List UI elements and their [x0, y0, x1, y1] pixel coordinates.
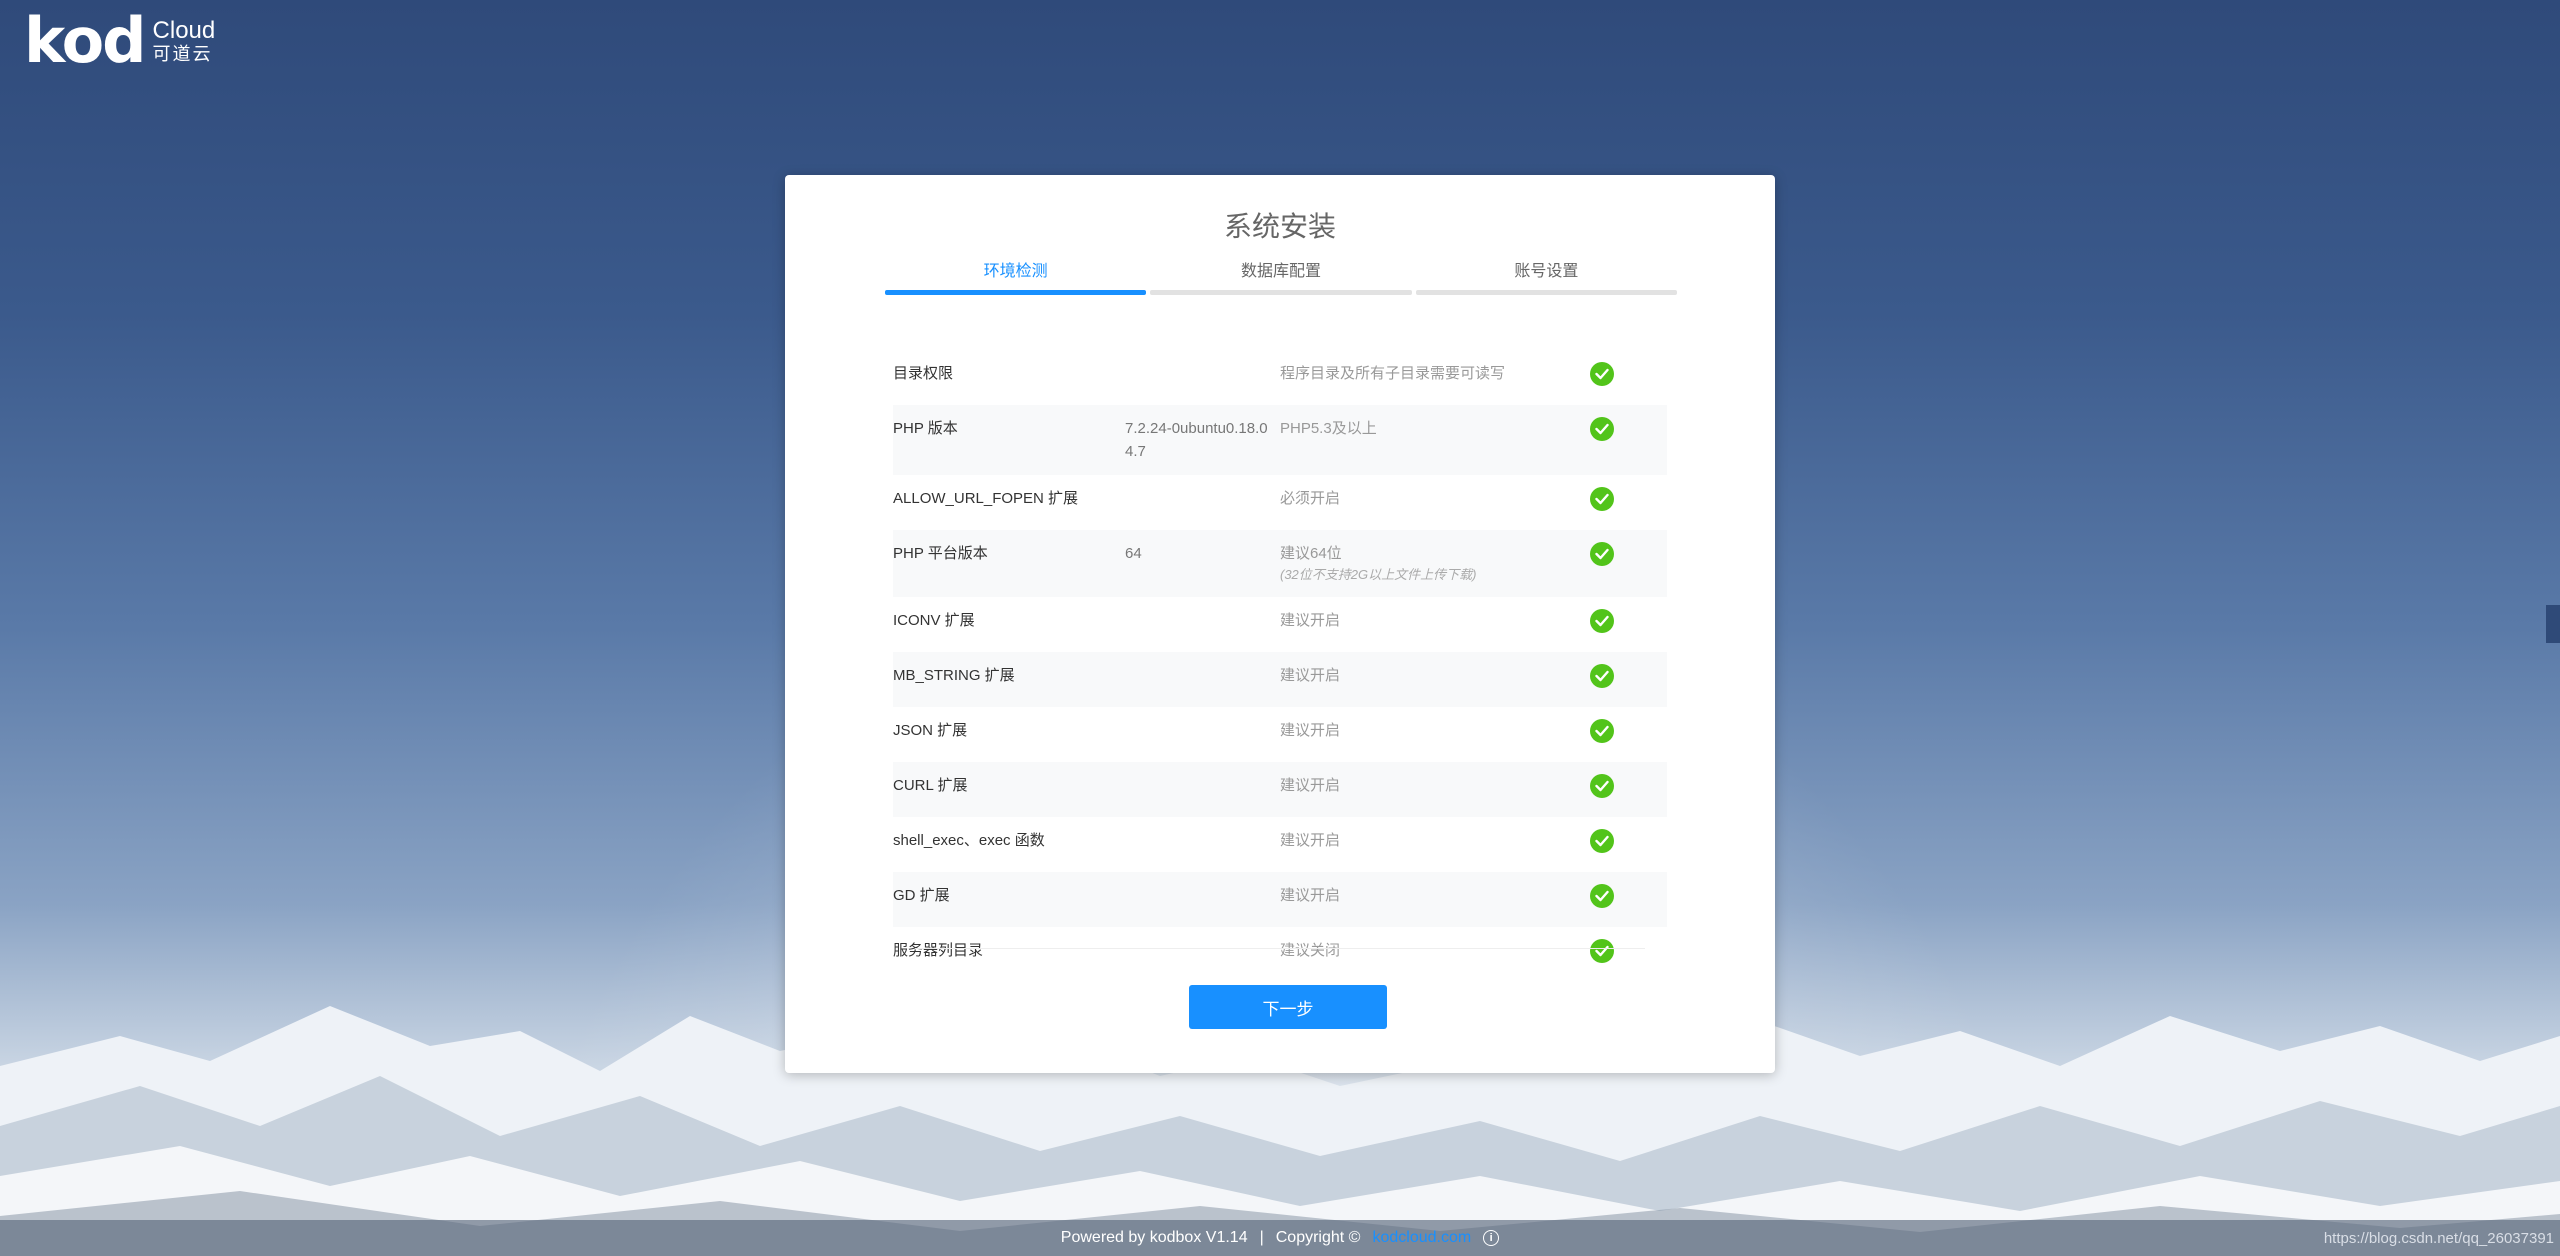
install-panel: 系统安装 环境检测 数据库配置 账号设置 目录权限 程序目录及所有子目录需要可读写…: [785, 175, 1775, 1073]
check-name: shell_exec、exec 函数: [893, 829, 1125, 860]
step-env-check[interactable]: 环境检测: [885, 262, 1146, 295]
check-ok-icon: [1590, 609, 1614, 633]
check-requirement: 建议开启: [1280, 829, 1590, 860]
footer-separator: |: [1260, 1229, 1264, 1247]
check-row: ICONV 扩展 建议开启: [893, 597, 1667, 652]
check-name: ICONV 扩展: [893, 609, 1125, 640]
requirement-text: PHP5.3及以上: [1280, 420, 1377, 437]
requirement-text: 建议开启: [1280, 832, 1340, 849]
check-requirement: 程序目录及所有子目录需要可读写: [1280, 362, 1590, 393]
check-value: [1125, 609, 1280, 640]
step-label: 数据库配置: [1150, 262, 1411, 290]
step-label: 环境检测: [885, 262, 1146, 290]
check-row: PHP 版本7.2.24-0ubuntu0.18.04.7PHP5.3及以上: [893, 405, 1667, 475]
side-scroll-tab[interactable]: [2546, 605, 2560, 643]
footer-powered: Powered by kodbox V1.14: [1061, 1229, 1248, 1247]
check-ok-icon: [1590, 417, 1614, 441]
check-requirement: 建议开启: [1280, 884, 1590, 915]
check-row: CURL 扩展 建议开启: [893, 762, 1667, 817]
footer-site-link[interactable]: kodcloud.com: [1372, 1229, 1471, 1247]
requirement-text: 建议开启: [1280, 777, 1340, 794]
check-requirement: 必须开启: [1280, 487, 1590, 518]
check-requirement: 建议关闭: [1280, 939, 1590, 970]
check-ok-icon: [1590, 487, 1614, 511]
check-row: MB_STRING 扩展 建议开启: [893, 652, 1667, 707]
check-value: [1125, 362, 1280, 393]
check-name: MB_STRING 扩展: [893, 664, 1125, 695]
check-name: CURL 扩展: [893, 774, 1125, 805]
check-row: 目录权限 程序目录及所有子目录需要可读写: [893, 350, 1667, 405]
requirement-text: 建议64位: [1280, 545, 1342, 562]
step-progress-bar: [1416, 290, 1677, 295]
check-ok-icon: [1590, 939, 1614, 963]
requirement-text: 必须开启: [1280, 490, 1340, 507]
check-ok-icon: [1590, 362, 1614, 386]
check-ok-icon: [1590, 829, 1614, 853]
page-title: 系统安装: [785, 205, 1775, 245]
requirement-text: 建议开启: [1280, 667, 1340, 684]
check-requirement: PHP5.3及以上: [1280, 417, 1590, 463]
requirement-hint: (32位不支持2G以上文件上传下载): [1280, 565, 1590, 585]
info-icon[interactable]: i: [1483, 1230, 1499, 1246]
check-value: [1125, 939, 1280, 970]
divider: [915, 948, 1645, 949]
check-value: 7.2.24-0ubuntu0.18.04.7: [1125, 417, 1280, 463]
logo-cloud-text: Cloud: [153, 18, 216, 44]
footer-copyright: Copyright ©: [1276, 1229, 1361, 1247]
check-name: JSON 扩展: [893, 719, 1125, 750]
check-value: [1125, 829, 1280, 860]
kodcloud-logo: kod Cloud 可道云: [24, 10, 215, 72]
check-value: [1125, 664, 1280, 695]
logo-mark: kod: [24, 10, 145, 72]
check-requirement: 建议开启: [1280, 774, 1590, 805]
check-requirement: 建议64位 (32位不支持2G以上文件上传下载): [1280, 542, 1590, 585]
env-checklist: 目录权限 程序目录及所有子目录需要可读写 PHP 版本7.2.24-0ubuntu0…: [893, 350, 1667, 982]
check-name: 目录权限: [893, 362, 1125, 393]
footer: Powered by kodbox V1.14 | Copyright © ko…: [0, 1220, 2560, 1256]
check-value: 64: [1125, 542, 1280, 585]
step-progress-bar: [885, 290, 1146, 295]
check-value: [1125, 719, 1280, 750]
check-requirement: 建议开启: [1280, 609, 1590, 640]
check-row: JSON 扩展 建议开启: [893, 707, 1667, 762]
check-value: [1125, 487, 1280, 518]
check-ok-icon: [1590, 664, 1614, 688]
check-row: ALLOW_URL_FOPEN 扩展 必须开启: [893, 475, 1667, 530]
check-row: shell_exec、exec 函数 建议开启: [893, 817, 1667, 872]
check-ok-icon: [1590, 542, 1614, 566]
check-requirement: 建议开启: [1280, 664, 1590, 695]
requirement-text: 建议关闭: [1280, 942, 1340, 959]
check-name: PHP 平台版本: [893, 542, 1125, 585]
check-ok-icon: [1590, 884, 1614, 908]
check-row: GD 扩展 建议开启: [893, 872, 1667, 927]
check-name: GD 扩展: [893, 884, 1125, 915]
requirement-text: 建议开启: [1280, 887, 1340, 904]
check-row: PHP 平台版本64建议64位 (32位不支持2G以上文件上传下载): [893, 530, 1667, 597]
check-value: [1125, 884, 1280, 915]
install-steps: 环境检测 数据库配置 账号设置: [885, 262, 1677, 295]
check-row: 服务器列目录 建议关闭: [893, 927, 1667, 982]
check-requirement: 建议开启: [1280, 719, 1590, 750]
step-account-setup[interactable]: 账号设置: [1416, 262, 1677, 295]
check-ok-icon: [1590, 719, 1614, 743]
check-ok-icon: [1590, 774, 1614, 798]
check-value: [1125, 774, 1280, 805]
requirement-text: 程序目录及所有子目录需要可读写: [1280, 365, 1505, 382]
watermark-url: https://blog.csdn.net/qq_26037391: [2324, 1230, 2554, 1247]
requirement-text: 建议开启: [1280, 612, 1340, 629]
check-name: ALLOW_URL_FOPEN 扩展: [893, 487, 1125, 518]
check-name: PHP 版本: [893, 417, 1125, 463]
next-button[interactable]: 下一步: [1189, 985, 1387, 1029]
step-progress-bar: [1150, 290, 1411, 295]
step-db-config[interactable]: 数据库配置: [1150, 262, 1411, 295]
logo-cn-text: 可道云: [153, 44, 216, 64]
requirement-text: 建议开启: [1280, 722, 1340, 739]
check-name: 服务器列目录: [893, 939, 1125, 970]
step-label: 账号设置: [1416, 262, 1677, 290]
